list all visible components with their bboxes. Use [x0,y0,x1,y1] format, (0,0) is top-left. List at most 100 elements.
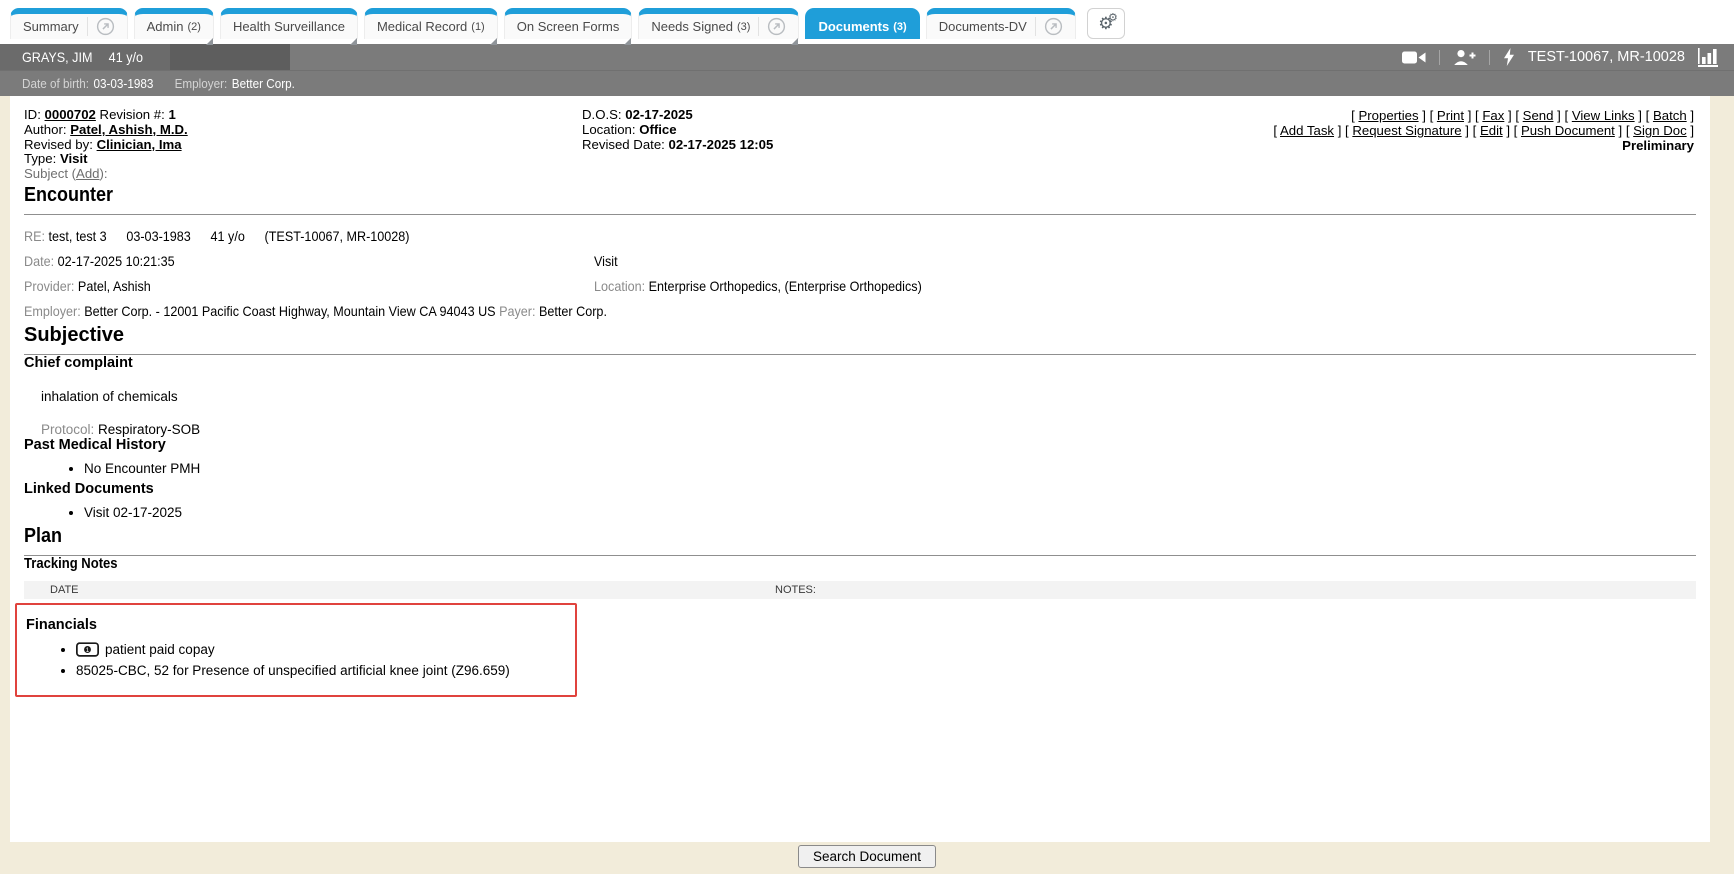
patient-name-tab[interactable]: GRAYS, JIM 41 y/o [0,44,170,70]
patient-banner: GRAYS, JIM 41 y/o TEST-10067, MR-10028 [0,44,1734,70]
encounter-patient-name: test, test 3 [49,228,107,244]
patient-record-id: TEST-10067, MR-10028 [1528,49,1685,65]
chief-complaint-text: inhalation of chemicals [24,389,1696,404]
person-add-icon[interactable] [1453,49,1476,66]
encounter-patient-ids: (TEST-10067, MR-10028) [265,228,410,244]
banner-spacer [290,44,1401,70]
tab-label: Needs Signed [651,19,733,34]
encounter-provider-line: Provider: Patel, Ashish Location: Enterp… [24,274,1696,299]
action-link-print[interactable]: Print [1430,108,1472,123]
divider [1439,50,1440,65]
chief-complaint-heading: Chief complaint [24,355,1696,371]
page-footer: Search Document [0,842,1734,868]
divider [1489,50,1490,65]
external-link-icon[interactable] [758,17,786,36]
tab-label: Documents [818,19,889,34]
settings-button[interactable]: ⚙ ⚙ [1087,8,1125,39]
tab-on-screen-forms[interactable]: On Screen Forms [504,8,633,39]
tab-label: Admin [147,19,184,34]
encounter-patient-dob: 03-03-1983 [126,228,190,244]
dos-line: D.O.S: 02-17-2025 [582,108,773,123]
external-link-icon[interactable] [87,17,115,36]
tab-documents-dv[interactable]: Documents-DV [926,8,1076,39]
encounter-employer-line: Employer: Better Corp. - 12001 Pacific C… [24,299,1696,324]
revised-date-line: Revised Date: 02-17-2025 12:05 [582,138,773,153]
tab-needs-signed[interactable]: Needs Signed (3) [638,8,799,39]
financial-item: 1patient paid copay [76,641,575,658]
tab-count: (3) [737,21,750,33]
subject-add-link[interactable]: Add [76,166,99,181]
action-link-batch[interactable]: Batch [1646,108,1694,123]
doc-subject-line: Subject (Add): [24,167,1696,182]
document-view: ID: 0000702 Revision #: 1 Author: Patel,… [10,96,1710,842]
encounter-provider-value: Patel, Ashish [78,278,151,294]
bar-chart-icon[interactable] [1698,48,1718,67]
revised-by-link[interactable]: Clinician, Ima [97,137,182,152]
revised-date-value: 02-17-2025 12:05 [669,137,774,152]
demographics-bar: Date of birth:03-03-1983 Employer:Better… [0,70,1734,96]
status-preliminary: Preliminary [1273,138,1694,153]
doc-actions-row2: Add Task Request Signature Edit Push Doc… [1273,123,1694,138]
location-value: Office [639,122,676,137]
action-link-edit[interactable]: Edit [1473,123,1510,138]
dos-value: 02-17-2025 [625,107,692,122]
employer-value: Better Corp. [232,76,295,91]
external-link-icon[interactable] [1035,17,1063,36]
patient-name: GRAYS, JIM [22,49,92,65]
tab-health-surveillance[interactable]: Health Surveillance [220,8,358,39]
video-camera-icon[interactable] [1402,50,1426,65]
dob-label: Date of birth: [22,76,89,91]
encounter-payer-value: Better Corp. [539,303,607,319]
action-link-push-document[interactable]: Push Document [1514,123,1622,138]
date-column-header: DATE [50,584,79,596]
tab-bar: Summary Admin (2) Health Surveillance Me… [0,0,1734,44]
svg-text:1: 1 [86,647,90,654]
section-subjective-heading: Subjective [24,324,1696,347]
tab-label: On Screen Forms [517,19,620,34]
financials-annotation-box: Financials 1patient paid copay 85025-CBC… [15,603,577,697]
tracking-table-header: DATE NOTES: [24,581,1696,599]
pmh-item: No Encounter PMH [84,460,1696,477]
location-line: Location: Office [582,123,773,138]
doc-type-value: Visit [60,151,88,166]
notes-column-header: NOTES: [775,581,816,599]
tab-label: Health Surveillance [233,19,345,34]
financial-item: 85025-CBC, 52 for Presence of unspecifie… [76,662,575,679]
patient-age: 41 y/o [109,49,143,65]
section-divider [24,214,1696,215]
protocol-value: Respiratory-SOB [98,422,200,437]
gears-icon: ⚙ [1108,13,1118,24]
action-link-request-signature[interactable]: Request Signature [1345,123,1469,138]
revision-value: 1 [168,107,175,122]
author-link[interactable]: Patel, Ashish, M.D. [70,122,188,137]
linked-documents-heading: Linked Documents [24,481,1696,497]
action-link-add-task[interactable]: Add Task [1273,123,1341,138]
tab-count: (3) [893,21,906,33]
action-link-sign-doc[interactable]: Sign Doc [1626,123,1694,138]
action-link-fax[interactable]: Fax [1475,108,1512,123]
tab-medical-record[interactable]: Medical Record (1) [364,8,498,39]
encounter-patient-age: 41 y/o [211,228,245,244]
section-encounter-heading: Encounter [24,184,1696,207]
action-link-send[interactable]: Send [1515,108,1560,123]
pmh-heading: Past Medical History [24,437,1696,453]
financials-heading: Financials [26,617,575,633]
tab-documents[interactable]: Documents (3) [805,8,919,39]
section-plan-heading: Plan [24,525,1696,548]
action-link-properties[interactable]: Properties [1351,108,1426,123]
encounter-employer-value: Better Corp. - 12001 Pacific Coast Highw… [84,303,495,319]
encounter-re-line: RE: test, test 3 03-03-1983 41 y/o (TEST… [24,224,1696,249]
tab-count: (2) [187,21,200,33]
doc-id-link[interactable]: 0000702 [45,107,96,122]
search-document-button[interactable]: Search Document [798,845,936,868]
encounter-date-line: Date: 02-17-2025 10:21:35 Visit [24,249,1696,274]
tab-summary[interactable]: Summary [10,8,128,39]
action-link-view-links[interactable]: View Links [1564,108,1641,123]
lightning-bolt-icon[interactable] [1503,48,1515,66]
employer-label: Employer: [175,76,228,91]
tab-label: Documents-DV [939,19,1027,34]
linked-document-item: Visit 02-17-2025 [84,504,1696,521]
tab-admin[interactable]: Admin (2) [134,8,214,39]
banner-dark-segment [170,44,290,70]
tab-label: Summary [23,19,79,34]
